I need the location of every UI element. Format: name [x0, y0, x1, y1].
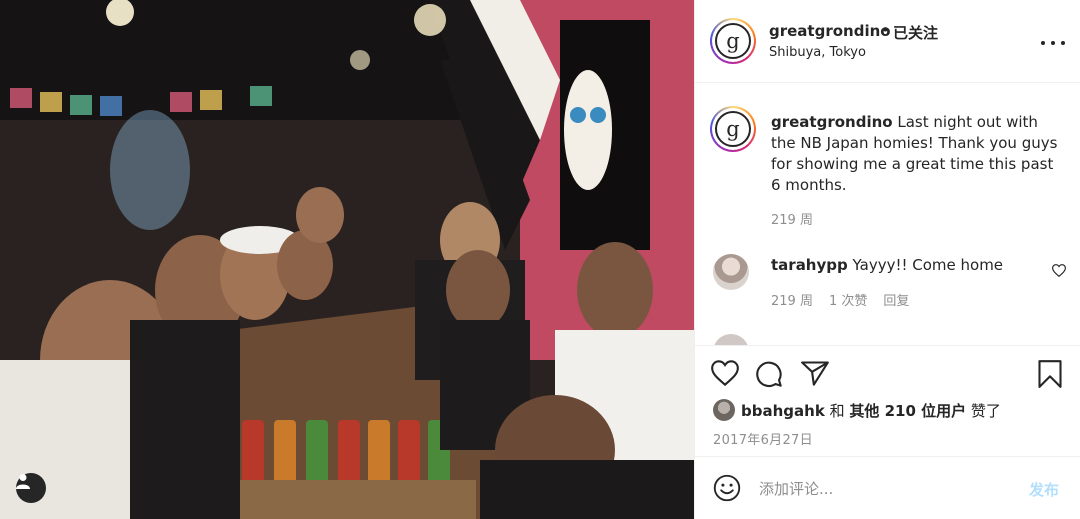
bookmark-icon[interactable] — [1037, 360, 1063, 388]
emoji-icon[interactable] — [713, 474, 741, 502]
avatar-letter: g — [715, 23, 751, 59]
header-separator: • — [881, 21, 890, 39]
more-icon-dot — [1051, 41, 1055, 45]
caption-timestamp[interactable]: 219 周 — [771, 209, 813, 228]
post-header: g greatgrondino • 已关注 Shibuya, Tokyo — [695, 0, 1080, 83]
comment-input[interactable] — [759, 475, 1009, 503]
more-icon-dot — [1061, 41, 1065, 45]
likes-others-link[interactable]: 其他 210 位用户 — [849, 402, 966, 420]
caption-author-avatar[interactable]: g — [710, 106, 756, 152]
likes-suffix: 赞了 — [970, 402, 1001, 420]
post-actions: bbahgahk 和 其他 210 位用户 赞了 2017年6月27日 — [695, 345, 1080, 455]
photo-illustration — [0, 0, 694, 519]
likes-summary: bbahgahk 和 其他 210 位用户 赞了 — [741, 400, 1001, 421]
add-comment-bar: 发布 — [695, 456, 1080, 519]
post-comment-button[interactable]: 发布 — [1029, 479, 1059, 500]
author-avatar[interactable]: g — [710, 18, 756, 64]
avatar-letter: g — [715, 111, 751, 147]
liker-username[interactable]: bbahgahk — [741, 402, 825, 420]
comment-text: Yayyy!! Come home — [852, 256, 1004, 274]
liker-avatar[interactable] — [713, 399, 735, 421]
more-icon-dot — [1041, 41, 1045, 45]
share-icon[interactable] — [801, 360, 829, 386]
comment-meta: 219 周 1 次赞 回复 — [771, 290, 909, 309]
post-container: g greatgrondino • 已关注 Shibuya, Tokyo g g… — [0, 0, 1080, 519]
heart-icon[interactable] — [711, 360, 739, 386]
comment-likes-count[interactable]: 1 次赞 — [829, 290, 867, 309]
commenter-avatar[interactable] — [713, 254, 749, 290]
next-commenter-avatar[interactable] — [713, 334, 749, 345]
comment-username[interactable]: tarahypp — [771, 256, 848, 274]
post-caption: greatgrondino Last night out with the NB… — [771, 112, 1067, 196]
post-date[interactable]: 2017年6月27日 — [713, 429, 813, 448]
follow-status-button[interactable]: 已关注 — [893, 22, 938, 43]
post-location[interactable]: Shibuya, Tokyo — [769, 45, 866, 60]
comments-list[interactable]: g greatgrondino Last night out with the … — [695, 84, 1080, 345]
comment-reply-button[interactable]: 回复 — [883, 290, 909, 309]
tagged-users-button[interactable] — [16, 473, 46, 503]
author-username[interactable]: greatgrondino — [769, 22, 891, 40]
comment-like-heart-icon[interactable] — [1052, 264, 1066, 277]
post-photo[interactable] — [0, 0, 694, 519]
caption-username[interactable]: greatgrondino — [771, 113, 893, 131]
likes-and: 和 — [829, 402, 845, 420]
post-side-panel: g greatgrondino • 已关注 Shibuya, Tokyo g g… — [694, 0, 1080, 519]
user-icon — [16, 474, 30, 489]
comment-item: tarahypp Yayyy!! Come home — [771, 255, 1003, 276]
comment-icon[interactable] — [755, 360, 783, 388]
comment-timestamp[interactable]: 219 周 — [771, 290, 813, 309]
more-options-button[interactable] — [1041, 36, 1065, 50]
